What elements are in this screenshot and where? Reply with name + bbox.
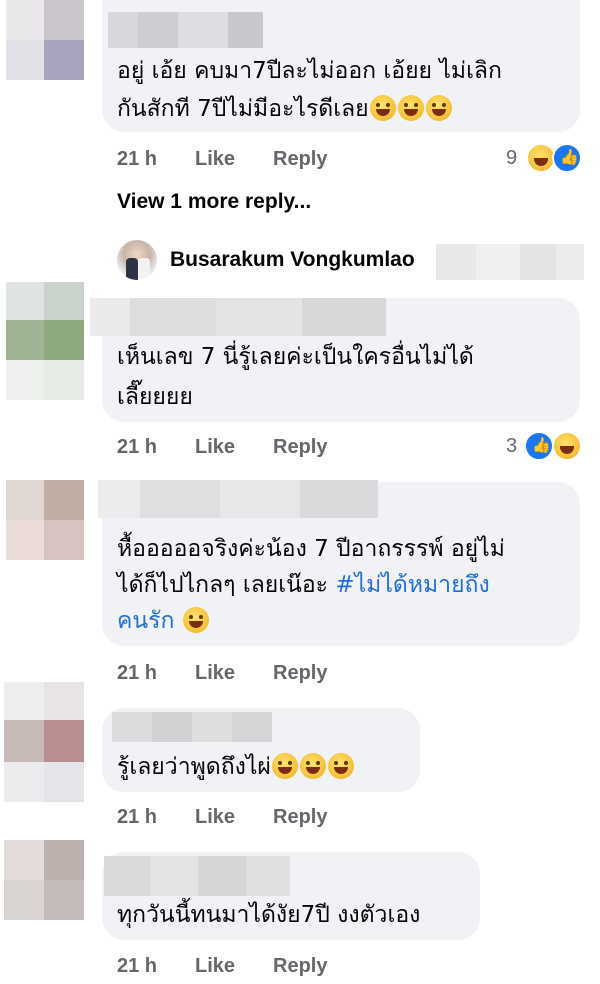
reply-author-name[interactable]: Busarakum Vongkumlao	[170, 248, 415, 272]
comment-text: รู้เลยว่าพูดถึงไผ่	[117, 748, 355, 786]
comment-text: ทุกวันนี้ทนมาได้งัย7ปี งงตัวเอง	[117, 896, 420, 934]
commenter-name[interactable]	[98, 480, 378, 518]
reply-button[interactable]: Reply	[273, 148, 327, 171]
commenter-name[interactable]	[112, 712, 272, 742]
reply-author-avatar[interactable]	[117, 240, 157, 280]
avatar[interactable]	[6, 0, 84, 80]
reaction-count[interactable]: 9	[506, 147, 517, 170]
like-button[interactable]: Like	[195, 148, 235, 171]
avatar[interactable]	[4, 682, 84, 802]
comment-time[interactable]: 21 h	[117, 662, 157, 685]
comment-text: เห็นเลข 7 นี่รู้เลยค่ะเป็นใครอื่นไม่ได้	[117, 338, 474, 376]
hashtag-link[interactable]: #ไม่ได้หมายถึง	[335, 572, 489, 598]
comment-text: คนรัก	[117, 602, 210, 640]
comment-time[interactable]: 21 h	[117, 436, 157, 459]
comment-time[interactable]: 21 h	[117, 955, 157, 978]
laughing-emoji-icon	[397, 95, 424, 121]
commenter-name[interactable]	[104, 856, 290, 896]
comment-text-line: หื้อออออจริงค่ะน้อง 7 ปีอาถรรรพ์ อยู่ไม่	[117, 536, 505, 562]
grinning-squinting-emoji-icon	[271, 753, 298, 779]
avatar[interactable]	[6, 480, 84, 560]
comment-text-line: เห็นเลข 7 นี่รู้เลยค่ะเป็นใครอื่นไม่ได้	[117, 344, 474, 370]
comment-text: กันสักที 7ปีไม่มีอะไรดีเลย	[117, 90, 453, 128]
comment-time[interactable]: 21 h	[117, 806, 157, 829]
comment-text: หื้อออออจริงค่ะน้อง 7 ปีอาถรรรพ์ อยู่ไม่	[117, 530, 505, 568]
comment-text-line: อยู่ เอ้ย คบมา7ปีละไม่ออก เอ้ยย ไม่เลิก	[117, 58, 502, 84]
comment-text-line: ได้ก็ไปไกลๆ เลยเน๊อะ	[117, 572, 336, 598]
hashtag-link[interactable]: คนรัก	[117, 608, 174, 634]
view-more-replies-link[interactable]: View 1 more reply...	[117, 190, 311, 214]
comment-time[interactable]: 21 h	[117, 148, 157, 171]
like-button[interactable]: Like	[195, 955, 235, 978]
reply-button[interactable]: Reply	[273, 436, 327, 459]
grinning-emoji-icon	[182, 607, 209, 633]
comment-text: อยู่ เอ้ย คบมา7ปีละไม่ออก เอ้ยย ไม่เลิก	[117, 52, 502, 90]
like-reaction-icon[interactable]: 👍	[524, 431, 554, 461]
like-button[interactable]: Like	[195, 436, 235, 459]
comment-text-line: กันสักที 7ปีไม่มีอะไรดีเลย	[117, 96, 369, 122]
reaction-count[interactable]: 3	[506, 435, 517, 458]
avatar[interactable]	[4, 840, 84, 920]
laughing-emoji-icon	[425, 95, 452, 121]
commenter-name[interactable]	[90, 298, 386, 336]
reply-button[interactable]: Reply	[273, 806, 327, 829]
reply-button[interactable]: Reply	[273, 955, 327, 978]
commenter-name[interactable]	[108, 12, 263, 48]
comment-text-line: ทุกวันนี้ทนมาได้งัย7ปี งงตัวเอง	[117, 902, 421, 928]
grinning-squinting-emoji-icon	[327, 753, 354, 779]
haha-reaction-icon[interactable]	[552, 431, 582, 461]
comment-text: ได้ก็ไปไกลๆ เลยเน๊อะ #ไม่ได้หมายถึง	[117, 566, 490, 604]
laughing-emoji-icon	[369, 95, 396, 121]
comment-text-line: รู้เลยว่าพูดถึงไผ่	[117, 754, 271, 780]
like-reaction-icon[interactable]: 👍	[552, 143, 582, 173]
reply-preview-text[interactable]	[436, 244, 584, 280]
comment-text: เลี๊ยยยย	[117, 378, 193, 416]
grinning-squinting-emoji-icon	[299, 753, 326, 779]
avatar[interactable]	[6, 282, 84, 402]
comment-text-line: เลี๊ยยยย	[117, 384, 193, 410]
like-button[interactable]: Like	[195, 806, 235, 829]
like-button[interactable]: Like	[195, 662, 235, 685]
reply-button[interactable]: Reply	[273, 662, 327, 685]
